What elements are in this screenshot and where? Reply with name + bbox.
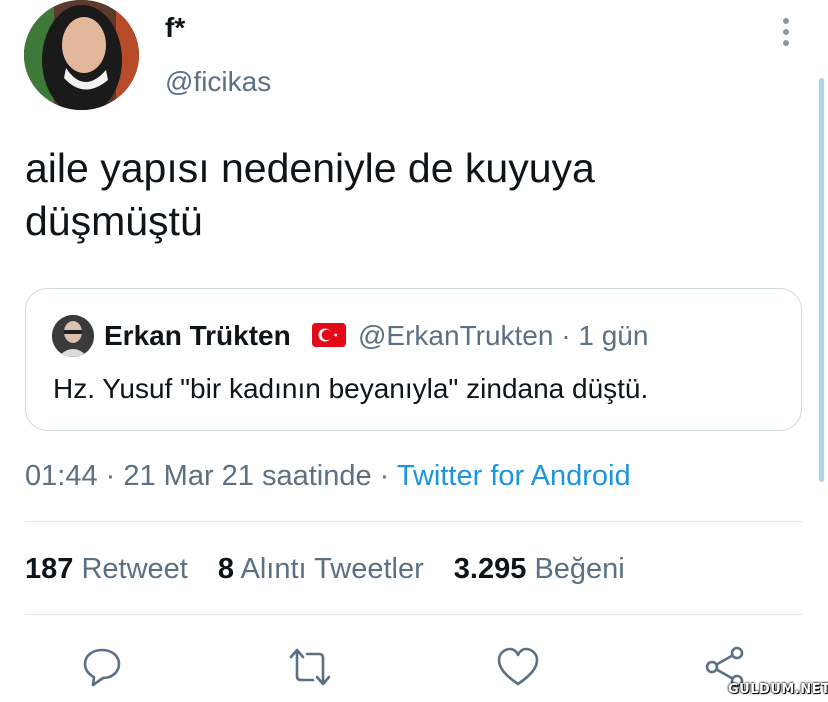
quoted-handle-time: @ErkanTrukten · 1 gün: [358, 320, 649, 351]
reply-icon[interactable]: [79, 644, 125, 690]
action-bar: [0, 644, 828, 694]
more-icon[interactable]: [780, 18, 792, 46]
retweet-count[interactable]: 187: [25, 553, 73, 585]
tweet-text-line-2: düşmüştü: [25, 198, 203, 244]
divider: [25, 521, 802, 522]
like-count[interactable]: 3.295: [454, 553, 527, 585]
divider: [25, 614, 802, 615]
avatar-image: [24, 0, 139, 110]
timestamp-text: 01:44 · 21 Mar 21 saatinde ·: [25, 460, 397, 492]
like-icon[interactable]: [495, 644, 541, 690]
quoted-author-avatar: [52, 315, 94, 357]
quoted-tweet-text: Hz. Yusuf "bir kadının beyanıyla" zindan…: [53, 373, 649, 404]
like-label[interactable]: Beğeni: [534, 553, 624, 585]
turkey-flag-icon: [312, 323, 346, 347]
retweet-label[interactable]: Retweet: [81, 553, 187, 585]
tweet-stats: 187 Retweet 8 Alıntı Tweetler 3.295 Beğe…: [25, 553, 625, 586]
watermark: GULDUM.NET: [728, 682, 828, 697]
tweet-text-line-1: aile yapısı nedeniyle de kuyuya: [25, 145, 595, 191]
quoted-tweet-card[interactable]: Erkan Trükten @ErkanTrukten · 1 gün Hz. …: [25, 288, 802, 431]
scrollbar[interactable]: [819, 78, 824, 482]
author-display-name[interactable]: f*: [165, 12, 185, 44]
quoted-author-name: Erkan Trükten: [104, 320, 291, 351]
tweet-timestamp: 01:44 · 21 Mar 21 saatinde · Twitter for…: [25, 460, 631, 493]
quote-label[interactable]: Alıntı Tweetler: [241, 553, 424, 585]
source-link[interactable]: Twitter for Android: [397, 460, 631, 492]
author-avatar[interactable]: [24, 0, 139, 110]
retweet-icon[interactable]: [287, 644, 333, 690]
quote-count[interactable]: 8: [218, 553, 234, 585]
author-handle[interactable]: @ficikas: [165, 66, 271, 98]
tweet-text: aile yapısı nedeniyle de kuyuya düşmüştü: [25, 142, 785, 248]
